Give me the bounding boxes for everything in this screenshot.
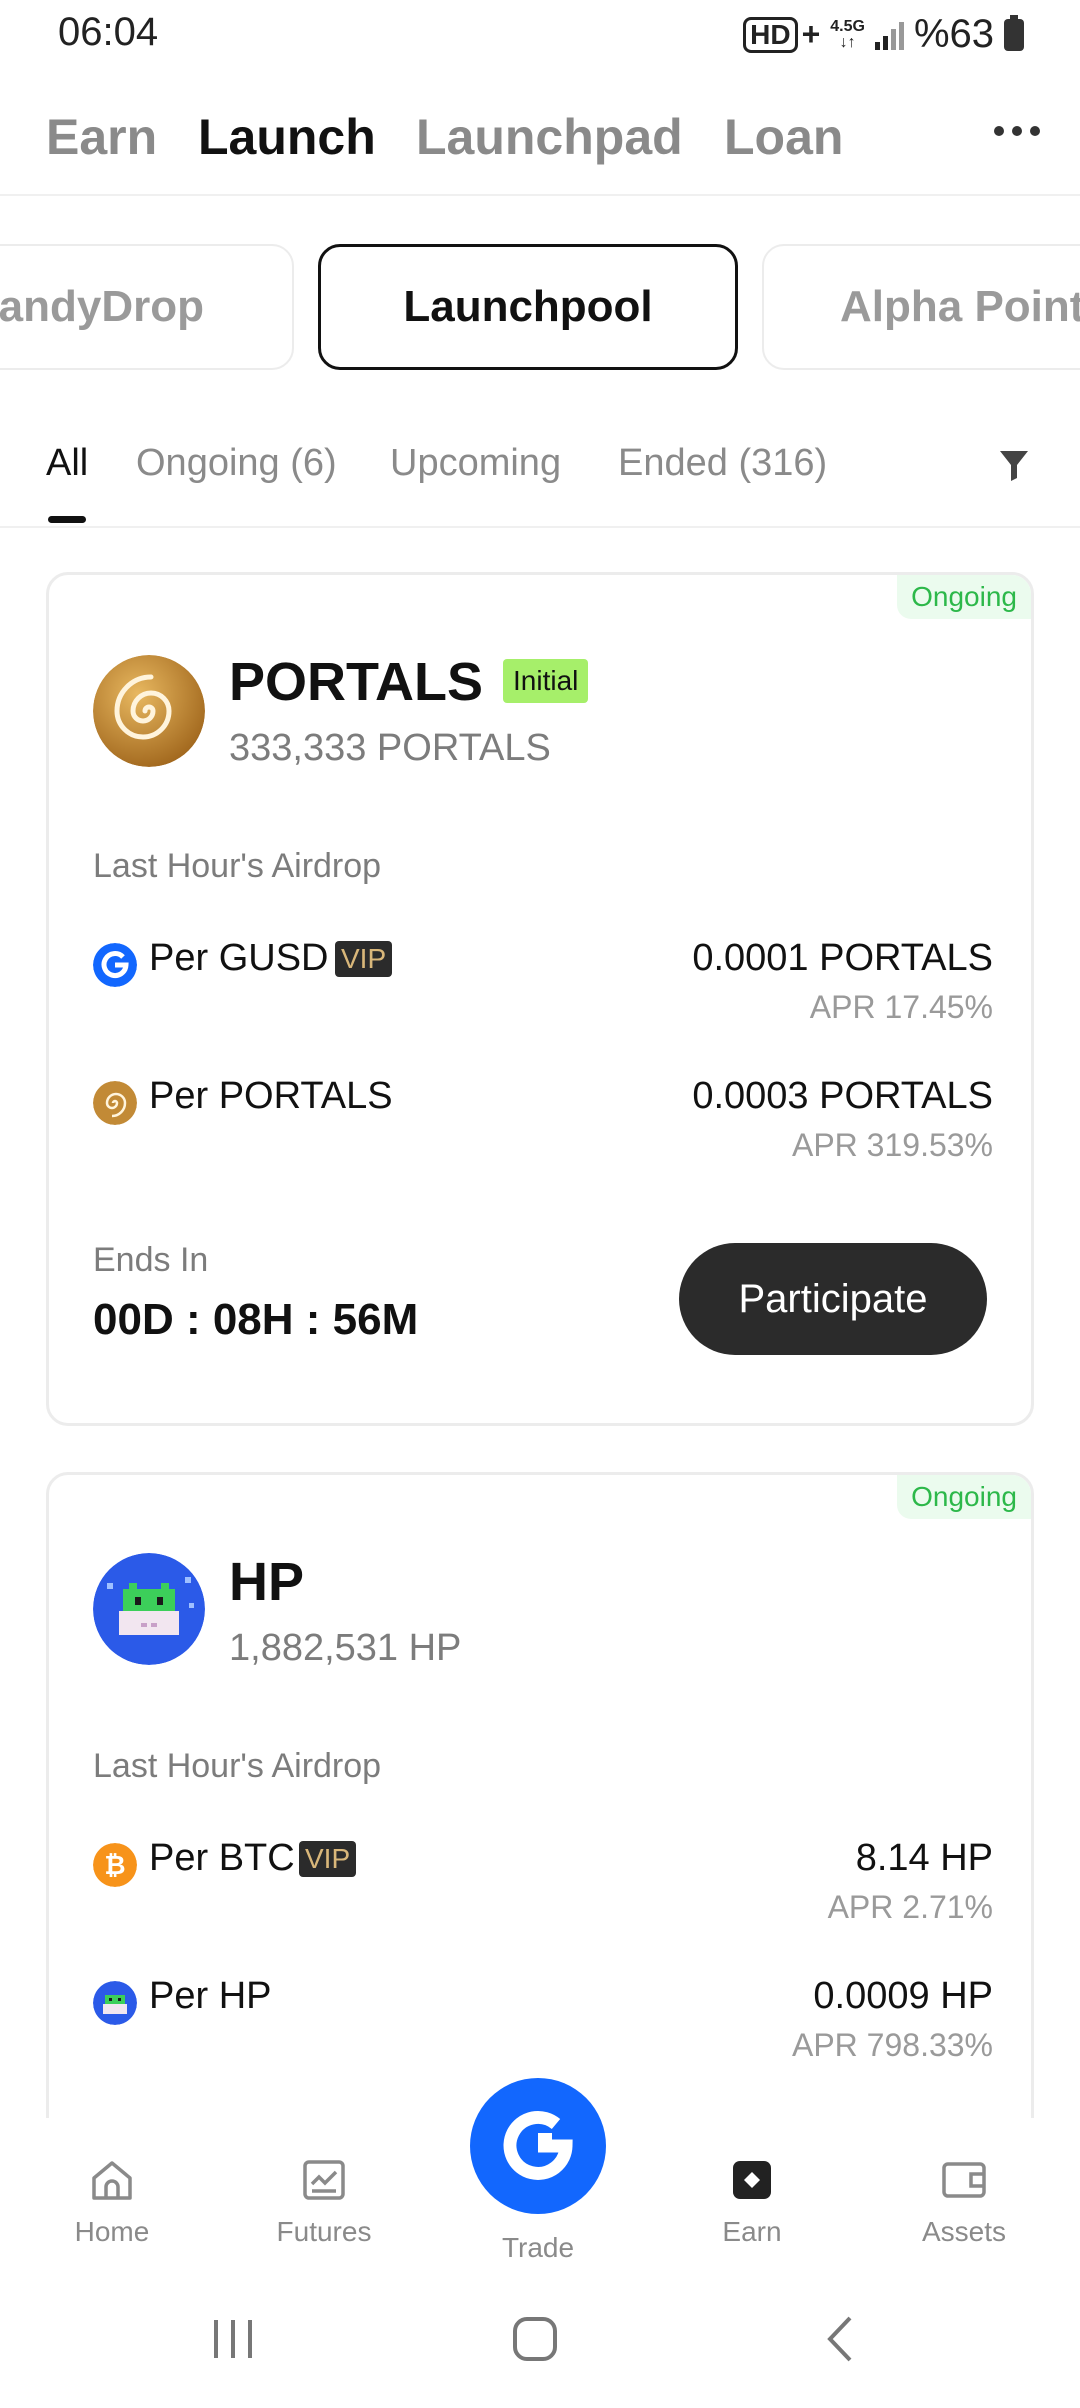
system-nav-bar <box>0 2278 1080 2408</box>
filter-all[interactable]: All <box>46 442 88 485</box>
pool-reward: 8.14 HP <box>855 1837 993 1879</box>
tab-launchpad[interactable]: Launchpad <box>416 108 683 166</box>
pool-apr: APR 798.33% <box>791 2027 993 2063</box>
countdown-timer: 00D : 08H : 56M <box>93 1295 419 1344</box>
pool-row-gusd: Per GUSD VIP 0.0001 PORTALS APR 17.45% <box>93 935 993 1045</box>
portals-logo-icon <box>93 655 205 767</box>
pool-apr: APR 2.71% <box>827 1889 993 1925</box>
pool-label: Per GUSD <box>149 937 329 979</box>
tab-launch[interactable]: Launch <box>198 108 376 166</box>
pool-row-portals: Per PORTALS 0.0003 PORTALS APR 319.53% <box>93 1073 993 1183</box>
pool-reward: 0.0001 PORTALS <box>692 937 993 979</box>
home-icon <box>92 2161 132 2200</box>
token-amount: 1,882,531 HP <box>229 1627 462 1669</box>
subtab-alpha-points[interactable]: Alpha Points <box>762 244 1080 370</box>
home-button-icon[interactable] <box>510 2314 560 2364</box>
vip-badge: VIP <box>335 941 393 977</box>
filter-ongoing[interactable]: Ongoing (6) <box>136 442 337 485</box>
assets-icon <box>942 2162 986 2198</box>
hd-voice-icon: HD <box>743 16 798 53</box>
tab-loan[interactable]: Loan <box>724 108 843 166</box>
status-bar: 06:04 HD + 4.5G ↓↑ %63 <box>0 0 1080 70</box>
status-time: 06:04 <box>58 10 159 54</box>
pool-label: Per PORTALS <box>149 1075 393 1117</box>
battery-percent: %63 <box>913 12 994 56</box>
sub-tabs: CandyDrop Launchpool Alpha Points <box>0 244 1080 372</box>
nav-label: Home <box>74 2216 150 2247</box>
tab-earn[interactable]: Earn <box>46 108 157 166</box>
network-arrows: ↓↑ <box>839 33 856 51</box>
network-type-text: 4.5G <box>830 17 865 35</box>
initial-tag: Initial <box>503 659 589 703</box>
svg-text:₿: ₿ <box>104 1851 125 1881</box>
nav-label: Futures <box>276 2216 372 2247</box>
recent-apps-icon[interactable] <box>208 2314 258 2364</box>
nav-home[interactable]: Home <box>32 2158 192 2248</box>
pool-row-hp: Per HP 0.0009 HP APR 798.33% <box>93 1973 993 2083</box>
nav-earn[interactable]: Earn <box>672 2158 832 2248</box>
network-type-icon: 4.5G ↓↑ <box>830 17 865 51</box>
top-nav: Earn Launch Launchpad Loan <box>0 96 1080 196</box>
signal-icon <box>874 20 904 50</box>
trade-button[interactable] <box>470 2078 606 2214</box>
subtab-launchpool[interactable]: Launchpool <box>318 244 738 370</box>
ends-in-label: Ends In <box>93 1241 209 1279</box>
battery-icon <box>1004 14 1024 51</box>
more-options-icon[interactable] <box>994 126 1040 136</box>
pool-label: Per BTC <box>149 1837 295 1879</box>
nav-label-trade: Trade <box>501 2232 575 2263</box>
launchpool-card-portals: Ongoing PORTALS Initial 333,333 PORTALS … <box>46 572 1034 1426</box>
bottom-nav: Home Futures Trade Earn Assets <box>0 2078 1080 2278</box>
portals-small-icon <box>93 1081 137 1125</box>
pool-label: Per HP <box>149 1975 272 2017</box>
airdrop-label: Last Hour's Airdrop <box>93 847 382 885</box>
hd-plus-text: + <box>801 16 821 52</box>
token-amount: 333,333 PORTALS <box>229 727 551 769</box>
hp-logo-icon <box>93 1553 205 1665</box>
token-name: PORTALS <box>229 652 483 712</box>
filter-upcoming[interactable]: Upcoming <box>390 442 561 485</box>
filter-ended[interactable]: Ended (316) <box>618 442 827 485</box>
futures-icon <box>303 2160 345 2200</box>
filter-row: All Ongoing (6) Upcoming Ended (316) <box>0 430 1080 528</box>
gusd-icon <box>93 943 137 987</box>
pool-apr: APR 17.45% <box>809 989 993 1025</box>
vip-badge: VIP <box>299 1841 357 1877</box>
filter-active-indicator <box>48 516 86 523</box>
nav-label: Earn <box>722 2216 782 2247</box>
hp-small-icon <box>93 1981 137 2025</box>
trade-icon <box>503 2111 573 2180</box>
status-indicators: HD + 4.5G ↓↑ %63 <box>743 12 1024 57</box>
filter-icon[interactable] <box>998 448 1030 484</box>
status-badge: Ongoing <box>897 575 1031 619</box>
nav-futures[interactable]: Futures <box>244 2158 404 2248</box>
subtab-candydrop[interactable]: CandyDrop <box>0 244 294 370</box>
nav-assets[interactable]: Assets <box>884 2158 1044 2248</box>
pool-row-btc: ₿ Per BTC VIP 8.14 HP APR 2.71% <box>93 1835 993 1945</box>
earn-icon <box>733 2161 771 2199</box>
btc-icon: ₿ <box>93 1843 137 1887</box>
pool-apr: APR 319.53% <box>791 1127 993 1163</box>
back-icon[interactable] <box>816 2314 866 2364</box>
status-badge: Ongoing <box>897 1475 1031 1519</box>
participate-button[interactable]: Participate <box>679 1243 987 1355</box>
pool-reward: 0.0009 HP <box>813 1975 993 2017</box>
token-name: HP <box>229 1552 305 1612</box>
pool-reward: 0.0003 PORTALS <box>692 1075 993 1117</box>
airdrop-label: Last Hour's Airdrop <box>93 1747 382 1785</box>
nav-label: Assets <box>921 2216 1007 2247</box>
